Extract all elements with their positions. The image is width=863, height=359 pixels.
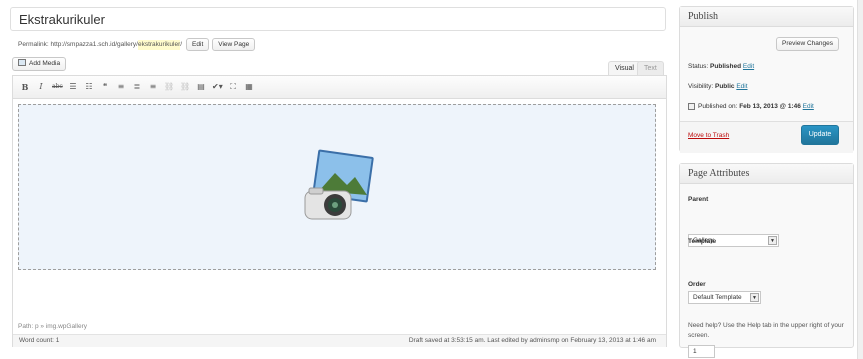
chevron-down-icon: ▼ xyxy=(750,293,759,302)
unlink-icon[interactable]: ⛓ xyxy=(180,82,190,92)
permalink-base[interactable]: http://smpazza1.sch.id/gallery/ xyxy=(51,40,138,50)
page-scrollbar[interactable] xyxy=(857,0,863,359)
fullscreen-icon[interactable]: ⛶ xyxy=(228,82,238,92)
visibility-label: Visibility: xyxy=(688,83,714,90)
template-select-value: Default Template xyxy=(693,294,742,301)
visibility-value: Public xyxy=(714,83,735,90)
permalink-label: Permalink: xyxy=(18,40,49,48)
preview-changes-button[interactable]: Preview Changes xyxy=(776,37,839,51)
permalink-edit-button[interactable]: Edit xyxy=(186,38,210,51)
published-value: Feb 13, 2013 @ 1:46 xyxy=(739,103,801,110)
published-label: Published on: xyxy=(698,103,738,110)
order-label: Order xyxy=(688,281,706,288)
numbered-list-icon[interactable]: ☷ xyxy=(84,82,94,92)
update-button[interactable]: Update xyxy=(801,125,839,145)
permalink-tail: / xyxy=(180,40,183,48)
status-label: Status: xyxy=(688,63,709,70)
draft-status: Draft saved at 3:53:15 am. Last edited b… xyxy=(408,337,656,344)
visibility-row: Visibility: Public Edit xyxy=(688,83,748,90)
permalink-slug[interactable]: ekstrakurikuler xyxy=(137,39,181,50)
word-count-bar: Word count: 1 Draft saved at 3:53:15 am.… xyxy=(13,334,666,347)
blockquote-icon[interactable]: ❝ xyxy=(100,82,110,92)
visibility-edit-link[interactable]: Edit xyxy=(736,83,747,90)
publish-box-title[interactable]: Publish xyxy=(680,7,853,27)
bullet-list-icon[interactable]: ☰ xyxy=(68,82,78,92)
word-count: Word count: 1 xyxy=(19,337,60,344)
permalink: Permalink: http://smpazza1.sch.id/galler… xyxy=(18,38,256,51)
add-media-label: Add Media xyxy=(29,60,61,67)
published-row: Published on: Feb 13, 2013 @ 1:46 Edit xyxy=(688,103,814,110)
editor-path: Path: p » img.wpGallery xyxy=(18,323,88,330)
title-input[interactable]: Ekstrakurikuler xyxy=(10,7,666,31)
italic-icon[interactable]: I xyxy=(36,82,46,92)
spellcheck-icon[interactable]: ✔▾ xyxy=(212,82,223,92)
template-select[interactable]: Default Template ▼ xyxy=(688,291,761,304)
tab-visual[interactable]: Visual xyxy=(608,61,641,75)
move-to-trash-link[interactable]: Move to Trash xyxy=(688,132,729,139)
tab-text[interactable]: Text xyxy=(637,61,664,75)
status-edit-link[interactable]: Edit xyxy=(743,63,754,70)
status-value: Published xyxy=(710,63,742,70)
link-icon[interactable]: ⛓ xyxy=(164,82,174,92)
more-tag-icon[interactable]: ▤ xyxy=(196,82,206,92)
bold-icon[interactable]: B xyxy=(20,82,30,92)
gallery-placeholder[interactable] xyxy=(18,104,656,270)
order-input[interactable]: 1 xyxy=(688,345,715,358)
chevron-down-icon: ▼ xyxy=(768,236,777,245)
align-left-icon[interactable]: ≡ xyxy=(116,82,126,92)
align-right-icon[interactable]: ≡ xyxy=(148,82,158,92)
calendar-icon xyxy=(688,103,695,110)
page-attributes-box: Page Attributes Parent Gallery ▼ Templat… xyxy=(679,163,854,358)
strikethrough-icon[interactable]: abc xyxy=(52,82,63,92)
kitchen-sink-icon[interactable]: ▦ xyxy=(244,82,254,92)
gallery-camera-icon xyxy=(304,149,374,220)
media-icon xyxy=(18,59,26,66)
view-page-button[interactable]: View Page xyxy=(212,38,256,51)
add-media-button[interactable]: Add Media xyxy=(12,57,67,71)
status-row: Status: Published Edit xyxy=(688,63,754,70)
published-edit-link[interactable]: Edit xyxy=(803,103,814,110)
align-center-icon[interactable]: ≣ xyxy=(132,82,142,92)
editor-toolbar: B I abc ☰ ☷ ❝ ≡ ≣ ≡ ⛓ ⛓ ▤ ✔▾ ⛶ ▦ xyxy=(13,76,666,99)
page-attributes-title[interactable]: Page Attributes xyxy=(680,164,853,184)
parent-label: Parent xyxy=(688,196,709,203)
help-text: Need help? Use the Help tab in the upper… xyxy=(688,322,844,339)
template-label: Template xyxy=(688,238,717,245)
